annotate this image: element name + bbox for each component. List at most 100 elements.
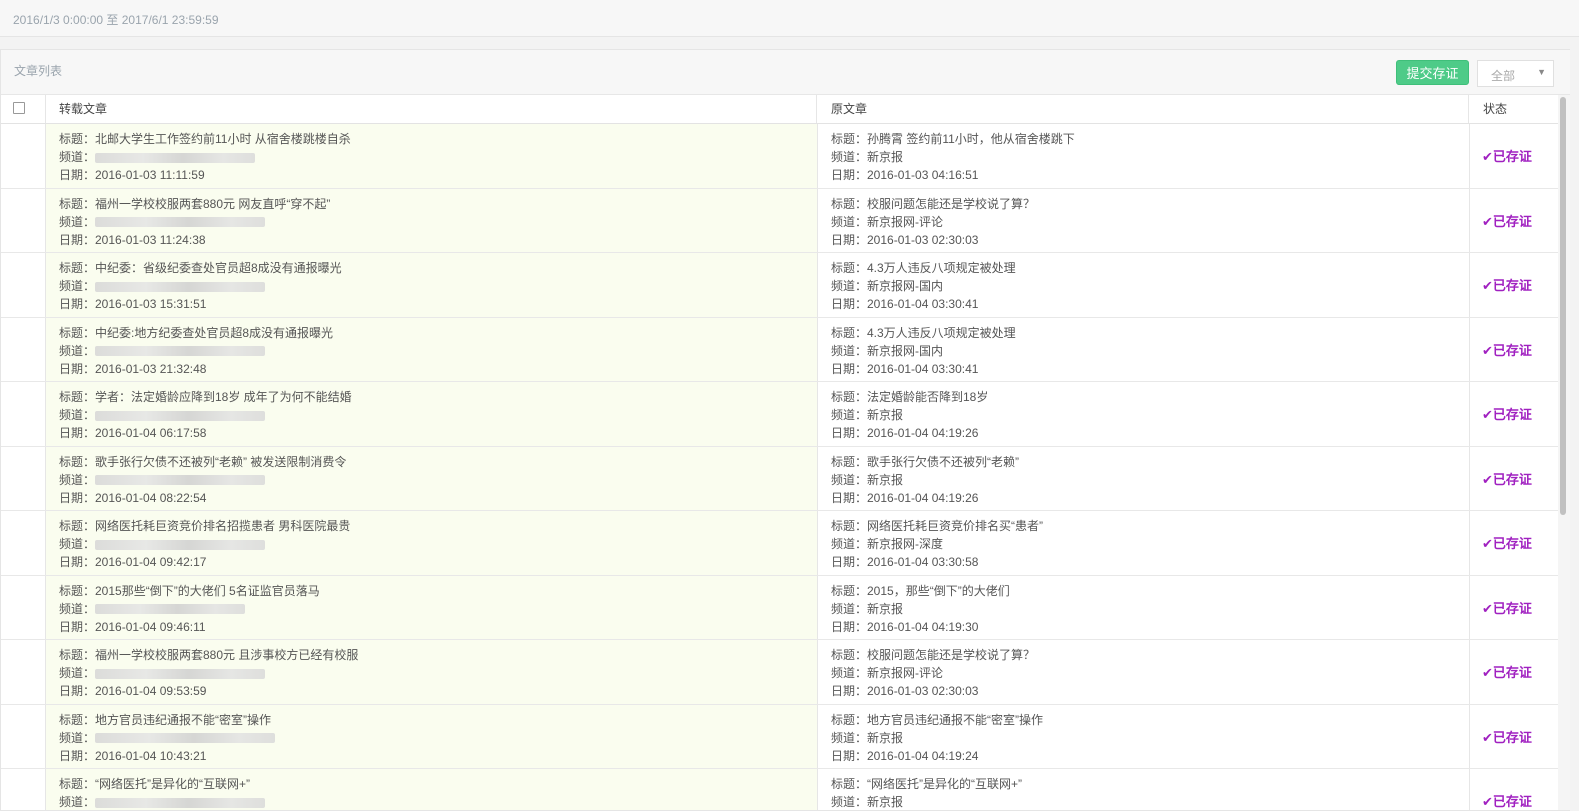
repost-date: 日期：2016-01-04 09:46:11: [59, 619, 206, 634]
select-all-checkbox[interactable]: [13, 102, 25, 114]
status-label: ✔已存证: [1482, 600, 1532, 616]
original-date: 日期：2016-01-03 02:30:03: [831, 232, 979, 247]
repost-title: 标题：福州一学校校服两套880元 且涉事校方已经有校服: [59, 648, 359, 662]
repost-cell: 标题：福州一学校校服两套880元 网友直呼“穿不起” 频道： 日期：2016-01-…: [46, 188, 818, 252]
row-checkbox-cell: [1, 640, 46, 704]
original-title: 标题：网络医托耗巨资竞价排名买“患者”: [831, 519, 1043, 533]
repost-date: 日期：2016-01-04 06:17:58: [59, 426, 207, 440]
table-row[interactable]: 标题：北邮大学生工作签约前11小时 从宿舍楼跳楼自杀 频道： 日期：2016-01-…: [1, 124, 1558, 189]
repost-title: 标题：地方官员违纪通报不能“密室”操作: [59, 712, 271, 727]
row-checkbox-cell: [1, 704, 46, 768]
original-date: 日期：2016-01-04 04:19:24: [831, 748, 979, 763]
status-label: ✔已存证: [1482, 471, 1532, 487]
panel-header: 文章列表 提交存证 全部 ▼: [1, 50, 1570, 95]
repost-cell: 标题：福州一学校校服两套880元 且涉事校方已经有校服 频道： 日期：2016-01…: [46, 640, 818, 704]
repost-date: 日期：2016-01-04 09:42:17: [59, 555, 207, 569]
status-filter-value: 全部: [1491, 69, 1516, 83]
table-row[interactable]: 标题：歌手张行欠债不还被列“老赖” 被发送限制消费令 频道： 日期：2016-01-…: [1, 446, 1558, 511]
redacted-channel-blur: [95, 604, 246, 615]
status-filter-select[interactable]: 全部 ▼: [1477, 60, 1554, 87]
repost-channel: 频道：: [59, 214, 96, 229]
original-title: 标题：4.3万人违反八项规定被处理: [831, 325, 1016, 340]
repost-channel: 频道：: [59, 795, 96, 809]
redacted-channel-blur: [95, 410, 266, 421]
repost-title: 标题：学者：法定婚龄应降到18岁 成年了为何不能结婚: [59, 390, 352, 404]
redacted-channel-blur: [95, 475, 266, 486]
repost-channel: 频道：: [59, 472, 96, 487]
row-checkbox-cell: [1, 382, 46, 446]
original-channel: 频道：新京报网-国内: [831, 343, 943, 358]
original-title: 标题：“网络医托”是异化的“互联网+”: [831, 777, 1022, 791]
table-body: 标题：北邮大学生工作签约前11小时 从宿舍楼跳楼自杀 频道： 日期：2016-01-…: [1, 124, 1558, 810]
header-checkbox-cell: [1, 95, 46, 123]
repost-channel-line: 频道：: [59, 664, 817, 682]
repost-channel: 频道：: [59, 343, 96, 358]
vertical-scrollbar[interactable]: [1558, 95, 1570, 810]
table-row[interactable]: 标题：2015那些“倒下”的大佬们 5名证监官员落马 频道： 日期：2016-01-…: [1, 575, 1558, 640]
table-row[interactable]: 标题：地方官员违纪通报不能“密室”操作 频道： 日期：2016-01-04 10:4…: [1, 704, 1558, 769]
repost-cell: 标题：“网络医托”是异化的“互联网+” 频道：: [46, 769, 818, 810]
repost-title: 标题：中纪委：省级纪委查处官员超8成没有通报曝光: [59, 261, 342, 275]
original-channel: 频道：新京报网-深度: [831, 537, 943, 551]
repost-cell: 标题：中纪委：省级纪委查处官员超8成没有通报曝光 频道： 日期：2016-01-03…: [46, 253, 818, 317]
table-row[interactable]: 标题：中纪委:地方纪委查处官员超8成没有通报曝光 频道： 日期：2016-01-03…: [1, 317, 1558, 382]
repost-channel: 频道：: [59, 150, 96, 164]
original-date: 日期：2016-01-04 03:30:41: [831, 297, 979, 311]
original-channel: 频道：新京报: [831, 601, 904, 616]
original-channel: 频道：新京报网-评论: [831, 666, 943, 680]
status-cell: ✔已存证: [1470, 769, 1558, 810]
original-channel: 频道：新京报: [831, 472, 904, 487]
table-row[interactable]: 标题：福州一学校校服两套880元 且涉事校方已经有校服频道： 日期：2016-01…: [1, 640, 1558, 705]
repost-cell: 标题：北邮大学生工作签约前11小时 从宿舍楼跳楼自杀 频道： 日期：2016-01-…: [46, 124, 818, 188]
original-cell: 标题：4.3万人违反八项规定被处理 频道：新京报网-国内 日期：2016-01-04…: [818, 253, 1470, 317]
original-channel: 频道：新京报: [831, 150, 904, 164]
repost-date: 日期：2016-01-03 15:31:51: [59, 297, 207, 311]
status-cell: ✔已存证: [1470, 124, 1558, 188]
table-row[interactable]: 标题：福州一学校校服两套880元 网友直呼“穿不起” 频道： 日期：2016-01-…: [1, 188, 1558, 253]
date-range-bar: 2016/1/3 0:00:00 至 2017/6/1 23:59:59: [0, 0, 1579, 37]
repost-date: 日期：2016-01-03 11:24:38: [59, 232, 206, 247]
table-row[interactable]: 标题：网络医托耗巨资竞价排名招揽患者 男科医院最贵 频道： 日期：2016-01-0…: [1, 511, 1558, 576]
scrollbar-thumb[interactable]: [1560, 97, 1566, 515]
original-title: 标题：法定婚龄能否降到18岁: [831, 390, 989, 404]
repost-cell: 标题：中纪委:地方纪委查处官员超8成没有通报曝光 频道： 日期：2016-01-03…: [46, 317, 818, 381]
repost-date: 日期：2016-01-04 08:22:54: [59, 490, 207, 505]
header-original: 原文章: [818, 95, 1469, 123]
original-date: 日期：2016-01-03 02:30:03: [831, 684, 979, 698]
original-cell: 标题：校服问题怎能还是学校说了算？ 频道：新京报网-评论 日期：2016-01-03…: [818, 640, 1470, 704]
original-date: 日期：2016-01-04 04:19:26: [831, 490, 979, 505]
original-cell: 标题：校服问题怎能还是学校说了算？ 频道：新京报网-评论 日期：2016-01-03…: [818, 188, 1470, 252]
status-cell: ✔已存证: [1470, 253, 1558, 317]
table-row[interactable]: 标题：学者：法定婚龄应降到18岁 成年了为何不能结婚 频道： 日期：2016-01-…: [1, 382, 1558, 447]
repost-cell: 标题：歌手张行欠债不还被列“老赖” 被发送限制消费令 频道： 日期：2016-01-…: [46, 446, 818, 510]
submit-evidence-button[interactable]: 提交存证: [1396, 60, 1469, 85]
status-label: ✔已存证: [1482, 665, 1532, 680]
original-date: 日期：2016-01-04 03:30:41: [831, 361, 979, 376]
redacted-channel-blur: [95, 668, 266, 679]
redacted-channel-blur: [95, 733, 276, 744]
repost-title: 标题：2015那些“倒下”的大佬们 5名证监官员落马: [59, 583, 320, 598]
row-checkbox-cell: [1, 446, 46, 510]
original-date: 日期：2016-01-04 03:30:58: [831, 555, 979, 569]
original-cell: 标题：孙腾霄 签约前11小时，他从宿舍楼跳下 频道：新京报 日期：2016-01-0…: [818, 124, 1470, 188]
repost-channel: 频道：: [59, 408, 96, 422]
repost-channel: 频道：: [59, 601, 96, 616]
repost-channel-line: 频道：: [59, 793, 817, 810]
status-cell: ✔已存证: [1470, 511, 1558, 575]
original-cell: 标题：2015，那些“倒下”的大佬们 频道：新京报 日期：2016-01-04 04…: [818, 575, 1470, 639]
status-label: ✔已存证: [1482, 794, 1532, 809]
original-title: 标题：4.3万人违反八项规定被处理: [831, 261, 1016, 275]
status-cell: ✔已存证: [1470, 705, 1558, 769]
repost-channel-line: 频道：: [59, 213, 817, 231]
status-cell: ✔已存证: [1470, 382, 1558, 446]
table-row[interactable]: 标题：“网络医托”是异化的“互联网+” 频道： 标题：“网络医托”是异化的“互联网+…: [1, 769, 1558, 810]
status-label: ✔已存证: [1482, 149, 1532, 164]
repost-title: 标题：“网络医托”是异化的“互联网+”: [59, 777, 250, 791]
original-cell: 标题：4.3万人违反八项规定被处理 频道：新京报网-国内日期：2016-01-04…: [818, 317, 1470, 381]
status-label: ✔已存证: [1482, 729, 1532, 745]
article-list-panel: 文章列表 提交存证 全部 ▼ 转载文章 原文章 状态 标题：北邮大学生工作签约前…: [0, 49, 1570, 811]
row-checkbox-cell: [1, 769, 46, 810]
table-row[interactable]: 标题：中纪委：省级纪委查处官员超8成没有通报曝光 频道： 日期：2016-01-03…: [1, 253, 1558, 318]
redacted-channel-blur: [95, 152, 256, 163]
status-cell: ✔已存证: [1470, 189, 1558, 253]
